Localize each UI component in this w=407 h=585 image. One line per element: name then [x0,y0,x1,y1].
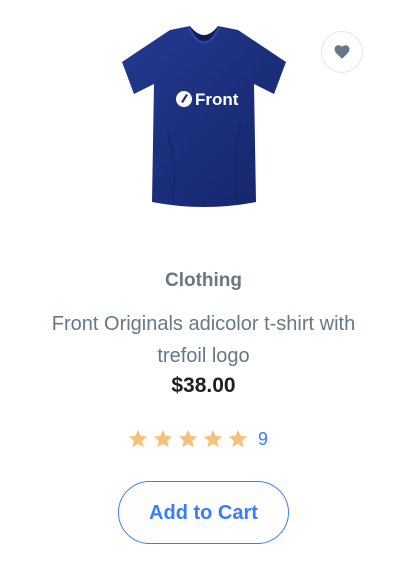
product-card: Front Clothing Front Originals adicolor … [0,0,407,585]
heart-icon [334,45,350,59]
star-icon [128,429,148,448]
product-image[interactable]: Front [108,22,300,214]
product-title[interactable]: Front Originals adicolor t-shirt with tr… [40,308,367,372]
rating: 9 [127,426,268,452]
shirt-logo-text: Front [195,90,239,109]
star-icon [203,429,223,448]
add-to-cart-button[interactable]: Add to Cart [118,481,289,544]
star-icon [228,429,248,448]
product-category[interactable]: Clothing [0,270,407,292]
product-price: $38.00 [171,374,236,397]
wishlist-button[interactable] [321,31,363,73]
review-count-link[interactable]: 9 [258,429,268,450]
product-image-area[interactable]: Front [0,0,407,240]
star-icon [153,429,173,448]
star-icon [178,429,198,448]
tshirt-shape [122,26,286,207]
